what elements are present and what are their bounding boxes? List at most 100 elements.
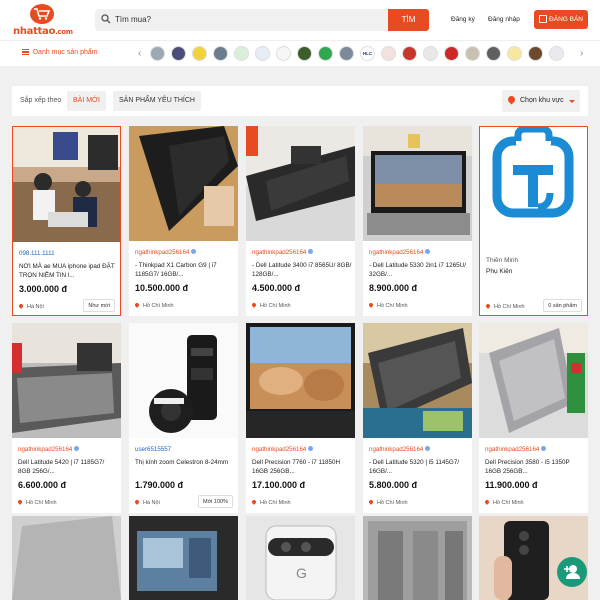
listing-photo[interactable] xyxy=(479,323,588,438)
listing-card[interactable] xyxy=(129,516,238,600)
chevron-right-icon[interactable]: › xyxy=(580,48,583,59)
listing-photo[interactable] xyxy=(13,127,120,242)
listing-location: Hà Nội xyxy=(135,500,160,506)
listing-card[interactable]: ngathinkpad256164 - Dell Latitude 5320 |… xyxy=(363,323,472,513)
verified-icon xyxy=(308,249,314,254)
logo-suffix: .com xyxy=(55,28,73,36)
listing-card[interactable] xyxy=(12,516,121,600)
brand-item[interactable] xyxy=(150,46,165,61)
listing-photo[interactable] xyxy=(129,516,238,600)
verified-icon xyxy=(425,446,431,451)
shop-category: Phụ Kiện xyxy=(486,268,513,275)
listing-location: Hồ Chí Minh xyxy=(369,500,408,506)
search-input[interactable]: Tìm mua? xyxy=(115,15,151,24)
shop-location: Hồ Chí Minh xyxy=(486,304,525,310)
shop-name[interactable]: Thiên Minh xyxy=(486,257,518,264)
brand-item[interactable] xyxy=(276,46,291,61)
brand-item[interactable] xyxy=(528,46,543,61)
listing-photo[interactable] xyxy=(129,126,238,241)
brand-item[interactable] xyxy=(234,46,249,61)
listing-location: Hà Nội xyxy=(19,304,44,310)
seller-name[interactable]: user6515557 xyxy=(135,446,171,453)
verified-icon xyxy=(308,446,314,451)
listing-location: Hồ Chí Minh xyxy=(369,303,408,309)
listing-card[interactable]: G xyxy=(246,516,355,600)
sell-button[interactable]: ĐĂNG BÁN xyxy=(534,10,588,29)
brand-item[interactable] xyxy=(423,46,438,61)
brand-item[interactable] xyxy=(549,46,564,61)
listing-title[interactable]: Dell Precision 3580 - i5 1350P 16GB 256G… xyxy=(485,458,585,476)
listing-photo[interactable] xyxy=(129,323,238,438)
listing-title[interactable]: - Thinkpad X1 Carbon G9 | i7 1185G7/ 16G… xyxy=(135,261,235,279)
listing-title[interactable]: - Dell Latitude 3400 i7 8565U/ 8GB/ 128G… xyxy=(252,261,352,279)
seller-name[interactable]: ngathinkpad256164 xyxy=(18,446,80,453)
brand-item[interactable] xyxy=(255,46,270,61)
listing-photo[interactable] xyxy=(12,323,121,438)
brand-item[interactable] xyxy=(402,46,417,61)
listing-card[interactable]: ngathinkpad256164 Dell Precision 7760 - … xyxy=(246,323,355,513)
brand-carousel: HLC xyxy=(150,46,578,62)
listing-title[interactable]: Dell Latitude 5420 | i7 1185G7/ 8GB 256G… xyxy=(18,458,118,476)
listing-location: Hồ Chí Minh xyxy=(252,500,291,506)
search-button[interactable]: TÌM xyxy=(388,9,429,31)
sort-favorites[interactable]: SẢN PHẨM YÊU THÍCH xyxy=(113,91,201,111)
brand-item[interactable] xyxy=(486,46,501,61)
seller-name[interactable]: ngathinkpad256164 xyxy=(369,446,431,453)
search-bar: Tìm mua? TÌM xyxy=(95,9,429,31)
shop-card[interactable]: Thiên Minh Phụ Kiện Hồ Chí Minh 0 sản ph… xyxy=(479,126,588,316)
seller-name[interactable]: 098.111.1111 xyxy=(19,250,55,257)
brand-item[interactable] xyxy=(192,46,207,61)
seller-name[interactable]: ngathinkpad256164 xyxy=(252,249,314,256)
listing-title[interactable]: Thị kính zoom Celestron 8-24mm xyxy=(135,458,235,476)
listing-card[interactable]: user6515557 Thị kính zoom Celestron 8-24… xyxy=(129,323,238,513)
listing-title[interactable]: - Dell Latitude 5330 2in1 i7 1265U/ 32GB… xyxy=(369,261,469,279)
sort-newest[interactable]: BÀI MỚI xyxy=(67,91,107,111)
verified-icon xyxy=(74,446,80,451)
listing-card[interactable]: ngathinkpad256164 - Dell Latitude 3400 i… xyxy=(246,126,355,316)
seller-name[interactable]: ngathinkpad256164 xyxy=(135,249,197,256)
brand-item[interactable] xyxy=(171,46,186,61)
listing-card[interactable] xyxy=(363,516,472,600)
shop-logo[interactable] xyxy=(480,127,587,242)
brand-item[interactable] xyxy=(318,46,333,61)
brand-item[interactable]: HLC xyxy=(360,46,375,61)
site-logo[interactable]: nhattao.com xyxy=(13,4,73,38)
brand-item[interactable] xyxy=(213,46,228,61)
verified-icon xyxy=(191,249,197,254)
brand-item[interactable] xyxy=(465,46,480,61)
brand-item[interactable] xyxy=(339,46,354,61)
brand-item[interactable] xyxy=(444,46,459,61)
listing-card[interactable]: ngathinkpad256164 Dell Latitude 5420 | i… xyxy=(12,323,121,513)
register-link[interactable]: Đăng ký xyxy=(451,16,475,23)
brand-item[interactable] xyxy=(381,46,396,61)
listing-price: 3.000.000 đ xyxy=(19,284,68,294)
listing-photo[interactable] xyxy=(246,126,355,241)
seller-name[interactable]: ngathinkpad256164 xyxy=(252,446,314,453)
listing-title[interactable]: NƠI MÀ ae MUA iphone ipad ĐẶT TRỌN NIỀM … xyxy=(19,262,119,280)
listing-photo[interactable] xyxy=(246,323,355,438)
listing-title[interactable]: - Dell Latitude 5320 | i5 1145G7/ 16GB/.… xyxy=(369,458,469,476)
add-contact-button[interactable] xyxy=(557,557,587,587)
listing-card[interactable]: ngathinkpad256164 Dell Precision 3580 - … xyxy=(479,323,588,513)
brand-item[interactable] xyxy=(297,46,312,61)
listing-photo[interactable]: G xyxy=(246,516,355,600)
category-menu-button[interactable]: Danh mục sản phẩm xyxy=(22,49,98,56)
region-select[interactable]: Chọn khu vực xyxy=(502,90,580,112)
seller-name[interactable]: ngathinkpad256164 xyxy=(369,249,431,256)
listing-photo[interactable] xyxy=(12,516,121,600)
category-row: Danh mục sản phẩm ‹ HLC › xyxy=(0,40,600,66)
listing-photo[interactable] xyxy=(363,323,472,438)
menu-icon xyxy=(22,49,29,55)
listing-photo[interactable] xyxy=(363,126,472,241)
category-menu-label: Danh mục sản phẩm xyxy=(33,49,98,56)
listing-card[interactable]: 098.111.1111 NƠI MÀ ae MUA iphone ipad Đ… xyxy=(12,126,121,316)
chevron-left-icon[interactable]: ‹ xyxy=(138,48,141,59)
listing-title[interactable]: Dell Precision 7760 - i7 11850H 16GB 256… xyxy=(252,458,352,476)
location-pin-icon xyxy=(506,94,517,105)
listing-card[interactable]: ngathinkpad256164 - Dell Latitude 5330 2… xyxy=(363,126,472,316)
brand-item[interactable] xyxy=(507,46,522,61)
listing-card[interactable]: ngathinkpad256164 - Thinkpad X1 Carbon G… xyxy=(129,126,238,316)
listing-photo[interactable] xyxy=(363,516,472,600)
login-link[interactable]: Đăng nhập xyxy=(488,16,520,23)
seller-name[interactable]: ngathinkpad256164 xyxy=(485,446,547,453)
